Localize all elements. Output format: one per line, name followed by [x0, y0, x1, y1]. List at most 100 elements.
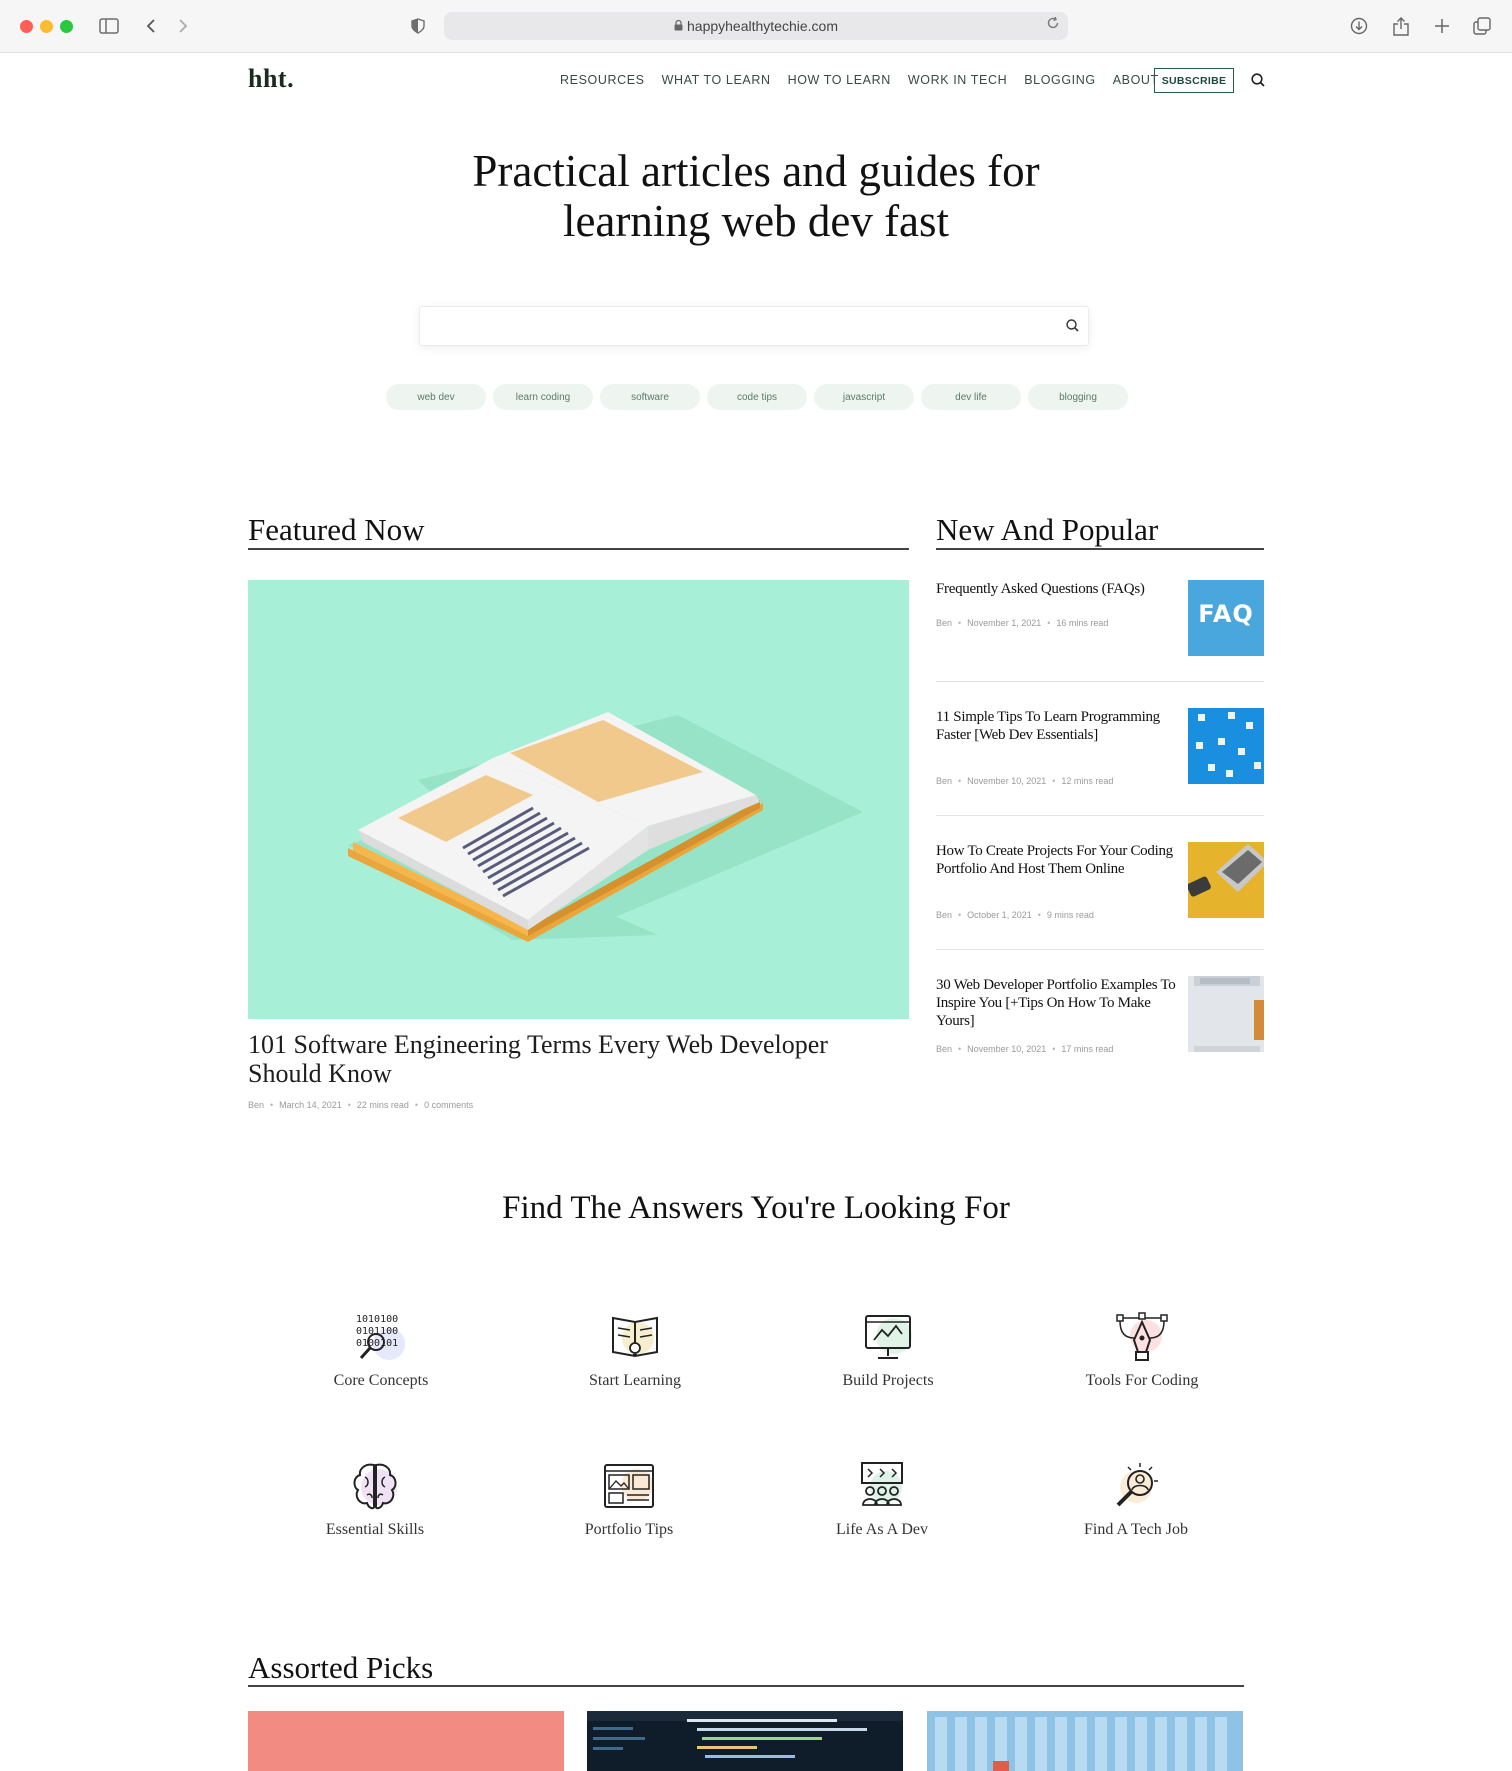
site-logo[interactable]: hht.: [248, 64, 294, 94]
tab-overview-icon[interactable]: [1469, 13, 1495, 39]
book-bulb-icon: [605, 1308, 665, 1368]
popular-item[interactable]: Frequently Asked Questions (FAQs) Ben • No…: [936, 580, 1264, 656]
job-search-icon: [1106, 1457, 1166, 1517]
assorted-heading: Assorted Picks: [248, 1650, 434, 1685]
svg-text:0101100: 0101100: [356, 1326, 398, 1337]
tag-blogging[interactable]: blogging: [1028, 384, 1128, 410]
tag-dev-life[interactable]: dev life: [921, 384, 1021, 410]
nav-blogging[interactable]: BLOGGING: [1024, 73, 1095, 87]
featured-image[interactable]: [248, 580, 909, 1019]
minimize-window-button[interactable]: [40, 20, 53, 33]
assorted-card-image[interactable]: [927, 1711, 1243, 1771]
popular-item-meta: Ben • November 1, 2021 • 16 mins read: [936, 618, 1109, 628]
search-input[interactable]: [420, 307, 1044, 343]
meta-author[interactable]: Ben: [936, 910, 952, 920]
featured-divider: [248, 548, 909, 550]
hero-heading: Practical articles and guides for learni…: [0, 146, 1512, 246]
code-editor-image: [587, 1711, 903, 1758]
category-label: Find A Tech Job: [1084, 1521, 1188, 1538]
monitor-code-icon: [858, 1308, 918, 1368]
category-portfolio-tips[interactable]: Portfolio Tips: [519, 1457, 739, 1539]
laptop-desk-thumbnail[interactable]: [1188, 842, 1264, 918]
binary-search-icon: 1010100 0101100 0100101: [351, 1308, 411, 1368]
faq-thumbnail[interactable]: FAQ: [1188, 580, 1264, 656]
tag-learn-coding[interactable]: learn coding: [493, 384, 593, 410]
popular-item-title[interactable]: 11 Simple Tips To Learn Programming Fast…: [936, 708, 1178, 744]
featured-article-title[interactable]: 101 Software Engineering Terms Every Web…: [248, 1030, 868, 1088]
laptop-image: [1188, 844, 1264, 897]
popular-item-title[interactable]: Frequently Asked Questions (FAQs): [936, 580, 1178, 598]
meta-read-time: 22 mins read: [356, 1100, 409, 1110]
nav-what-to-learn[interactable]: WHAT TO LEARN: [662, 73, 771, 87]
tag-javascript[interactable]: javascript: [814, 384, 914, 410]
meta-read-time: 12 mins read: [1061, 776, 1114, 786]
meta-date: November 10, 2021: [967, 1044, 1047, 1054]
category-life-as-a-dev[interactable]: Life As A Dev: [772, 1457, 992, 1539]
popular-item-title[interactable]: How To Create Projects For Your Coding P…: [936, 842, 1178, 878]
meta-comments[interactable]: 0 comments: [424, 1100, 473, 1110]
category-label: Essential Skills: [325, 1521, 425, 1538]
category-core-concepts[interactable]: 1010100 0101100 0100101 Core Concepts: [271, 1308, 491, 1390]
category-tools-for-coding[interactable]: Tools For Coding: [1032, 1308, 1252, 1390]
new-tab-plus-icon[interactable]: [1429, 13, 1455, 39]
desk-workspace-thumbnail[interactable]: [1188, 976, 1264, 1052]
search-icon[interactable]: [1250, 72, 1266, 88]
nav-how-to-learn[interactable]: HOW TO LEARN: [788, 73, 891, 87]
answers-heading: Find The Answers You're Looking For: [502, 1190, 1010, 1226]
svg-text:0100101: 0100101: [356, 1338, 398, 1349]
popular-item-title[interactable]: 30 Web Developer Portfolio Examples To I…: [936, 976, 1178, 1030]
close-window-button[interactable]: [20, 20, 33, 33]
meta-date: March 14, 2021: [279, 1100, 342, 1110]
category-label: Portfolio Tips: [584, 1521, 674, 1538]
site-search-box: [419, 306, 1089, 346]
meta-author[interactable]: Ben: [936, 776, 952, 786]
popular-item-divider: [936, 681, 1264, 682]
share-icon[interactable]: [1388, 13, 1414, 39]
url-text: happyhealthytechie.com: [687, 18, 838, 34]
meta-date: November 1, 2021: [967, 618, 1042, 628]
lockers-image: [935, 1717, 1227, 1771]
assorted-card-image[interactable]: [587, 1711, 903, 1771]
hero-line-2: learning web dev fast: [562, 196, 950, 246]
subscribe-button[interactable]: SUBSCRIBE: [1154, 68, 1234, 93]
popular-item[interactable]: 30 Web Developer Portfolio Examples To I…: [936, 976, 1264, 1054]
category-label: Start Learning: [589, 1372, 681, 1389]
meta-read-time: 16 mins read: [1056, 618, 1109, 628]
meta-author[interactable]: Ben: [936, 618, 952, 628]
popular-item[interactable]: How To Create Projects For Your Coding P…: [936, 842, 1264, 920]
meta-date: November 10, 2021: [967, 776, 1047, 786]
nav-resources[interactable]: RESOURCES: [560, 73, 645, 87]
sidebar-toggle-icon[interactable]: [96, 13, 122, 39]
address-bar[interactable]: happyhealthytechie.com: [444, 12, 1068, 40]
lock-icon: [674, 18, 683, 34]
forward-arrow-icon[interactable]: [170, 13, 196, 39]
meta-author[interactable]: Ben: [248, 1100, 264, 1110]
keyboard-keys-thumbnail[interactable]: [1188, 708, 1264, 784]
category-label: Build Projects: [842, 1372, 934, 1389]
category-build-projects[interactable]: Build Projects: [778, 1308, 998, 1390]
popular-item[interactable]: 11 Simple Tips To Learn Programming Fast…: [936, 708, 1264, 786]
meta-read-time: 9 mins read: [1046, 910, 1094, 920]
category-find-a-tech-job[interactable]: Find A Tech Job: [1026, 1457, 1246, 1539]
hero-line-1: Practical articles and guides for: [472, 146, 1040, 196]
search-submit-icon[interactable]: [1065, 318, 1080, 333]
zoom-window-button[interactable]: [60, 20, 73, 33]
category-start-learning[interactable]: Start Learning: [525, 1308, 745, 1390]
open-book-illustration: [348, 712, 863, 942]
assorted-card-image[interactable]: [248, 1711, 564, 1771]
category-essential-skills[interactable]: Essential Skills: [265, 1457, 485, 1539]
popular-item-meta: Ben • November 10, 2021 • 17 mins read: [936, 1044, 1114, 1054]
tag-software[interactable]: software: [600, 384, 700, 410]
back-arrow-icon[interactable]: [138, 13, 164, 39]
popular-item-meta: Ben • November 10, 2021 • 12 mins read: [936, 776, 1114, 786]
reload-icon[interactable]: [1046, 16, 1060, 33]
nav-about[interactable]: ABOUT: [1113, 73, 1159, 87]
tag-web-dev[interactable]: web dev: [386, 384, 486, 410]
meta-author[interactable]: Ben: [936, 1044, 952, 1054]
main-nav: RESOURCES WHAT TO LEARN HOW TO LEARN WOR…: [560, 73, 1176, 87]
privacy-shield-icon[interactable]: [405, 13, 431, 39]
popular-heading: New And Popular: [936, 512, 1159, 547]
downloads-icon[interactable]: [1346, 13, 1372, 39]
tag-code-tips[interactable]: code tips: [707, 384, 807, 410]
nav-work-in-tech[interactable]: WORK IN TECH: [908, 73, 1007, 87]
